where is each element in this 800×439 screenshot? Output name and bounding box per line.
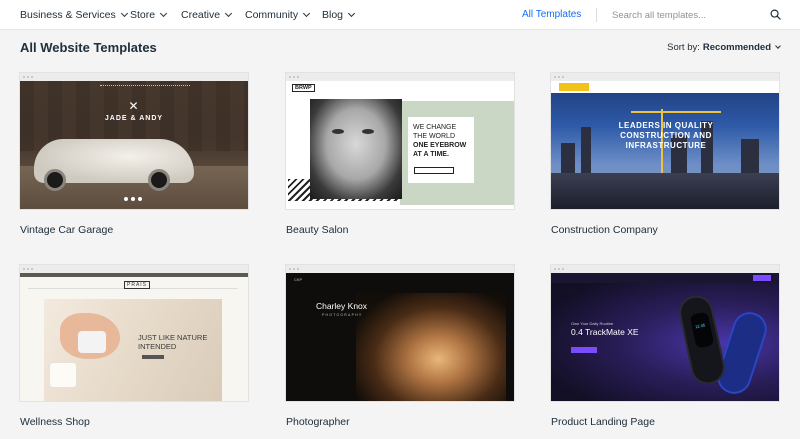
preview-logo: BRWP — [292, 84, 315, 92]
preview-headline: Charley Knox — [316, 301, 368, 311]
template-preview: BRWP WE CHANGE THE WORLD ONE EYEBROW AT … — [286, 81, 514, 209]
sort-label: Sort by: — [667, 42, 700, 53]
template-preview: ✕ JADE & ANDY — [20, 81, 248, 209]
template-card-vintage-car-garage[interactable]: ✕ JADE & ANDY Vintage Car Garage — [20, 73, 248, 236]
template-card-beauty-salon[interactable]: BRWP WE CHANGE THE WORLD ONE EYEBROW AT … — [286, 73, 514, 236]
chevron-down-icon — [120, 9, 128, 18]
browser-bar — [20, 73, 248, 81]
template-name[interactable]: Photographer — [286, 416, 514, 428]
template-card-photographer[interactable]: CKP Charley Knox PHOTOGRAPHY Photographe… — [286, 265, 514, 428]
browser-bar — [20, 265, 248, 273]
top-nav: Business & Services Store Creative Commu… — [0, 0, 800, 30]
template-name[interactable]: Beauty Salon — [286, 224, 514, 236]
page-title: All Website Templates — [20, 40, 157, 55]
nav-label: Business & Services — [20, 9, 116, 21]
template-preview: CKP Charley Knox PHOTOGRAPHY — [286, 273, 514, 401]
template-card-product-landing-page[interactable]: Own Your Daily Routine 0.4 TrackMate XE … — [551, 265, 779, 428]
template-preview: Own Your Daily Routine 0.4 TrackMate XE … — [551, 273, 779, 401]
browser-bar — [286, 265, 514, 273]
browser-bar — [551, 265, 779, 273]
nav-business-services[interactable]: Business & Services — [20, 9, 128, 21]
preview-headline: JUST LIKE NATURE INTENDED — [138, 333, 208, 351]
nav-label: Creative — [181, 9, 221, 21]
template-preview: LEADERS IN QUALITY CONSTRUCTION AND INFR… — [551, 81, 779, 209]
template-card-construction-company[interactable]: LEADERS IN QUALITY CONSTRUCTION AND INFR… — [551, 73, 779, 236]
template-name[interactable]: Vintage Car Garage — [20, 224, 248, 236]
template-thumbnail[interactable]: Own Your Daily Routine 0.4 TrackMate XE … — [551, 265, 779, 401]
nav-label: Store — [130, 9, 156, 21]
nav-community[interactable]: Community — [245, 9, 311, 21]
sort-value: Recommended — [702, 42, 771, 53]
chevron-down-icon — [225, 9, 233, 18]
chevron-down-icon — [775, 43, 781, 49]
chevron-down-icon — [303, 9, 311, 18]
template-thumbnail[interactable]: BRWP WE CHANGE THE WORLD ONE EYEBROW AT … — [286, 73, 514, 209]
template-preview: PRAIS JUST LIKE NATURE INTENDED — [20, 273, 248, 401]
preview-subtitle: PHOTOGRAPHY — [322, 313, 363, 317]
template-name[interactable]: Construction Company — [551, 224, 779, 236]
nav-store[interactable]: Store — [130, 9, 168, 21]
preview-headline: LEADERS IN QUALITY CONSTRUCTION AND INFR… — [618, 121, 714, 150]
browser-bar — [286, 73, 514, 81]
template-thumbnail[interactable]: CKP Charley Knox PHOTOGRAPHY — [286, 265, 514, 401]
sort-dropdown[interactable]: Sort by: Recommended — [667, 42, 781, 53]
template-card-wellness-shop[interactable]: PRAIS JUST LIKE NATURE INTENDED Wellness… — [20, 265, 248, 428]
template-name[interactable]: Wellness Shop — [20, 416, 248, 428]
all-templates-link[interactable]: All Templates — [522, 9, 581, 20]
template-name[interactable]: Product Landing Page — [551, 416, 779, 428]
nav-creative[interactable]: Creative — [181, 9, 233, 21]
search-input[interactable] — [612, 7, 762, 23]
nav-label: Community — [245, 9, 299, 21]
template-thumbnail[interactable]: PRAIS JUST LIKE NATURE INTENDED — [20, 265, 248, 401]
preview-logo: ✕ JADE & ANDY — [104, 99, 164, 122]
search-icon[interactable] — [770, 9, 781, 20]
browser-bar — [551, 73, 779, 81]
chevron-down-icon — [160, 9, 168, 18]
preview-kicker: Own Your Daily Routine — [571, 321, 614, 326]
preview-headline: 0.4 TrackMate XE — [571, 327, 639, 337]
template-thumbnail[interactable]: ✕ JADE & ANDY — [20, 73, 248, 209]
nav-blog[interactable]: Blog — [322, 9, 356, 21]
slider-dots — [124, 197, 142, 201]
nav-divider — [596, 8, 597, 22]
preview-logo: PRAIS — [124, 281, 151, 289]
nav-label: Blog — [322, 9, 344, 21]
chevron-down-icon — [347, 9, 356, 18]
template-thumbnail[interactable]: LEADERS IN QUALITY CONSTRUCTION AND INFR… — [551, 73, 779, 209]
